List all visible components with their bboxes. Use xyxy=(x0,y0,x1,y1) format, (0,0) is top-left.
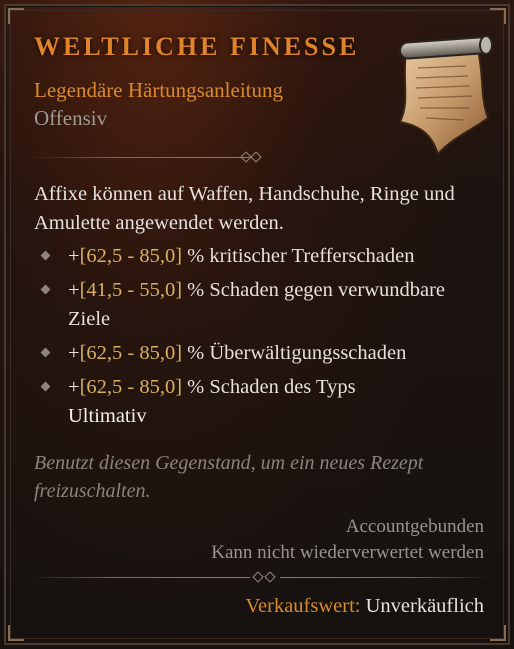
affix-list: +[62,5 - 85,0] % kritischer Trefferschad… xyxy=(34,242,484,436)
affix-line: +[41,5 - 55,0] % Schaden gegen verwundba… xyxy=(34,276,484,334)
section-divider xyxy=(30,570,490,586)
item-description: Affixe können auf Waffen, Handschuhe, Ri… xyxy=(34,183,455,234)
diamond-bullet-icon xyxy=(40,284,51,295)
damage-type: Ultimativ xyxy=(68,405,147,427)
item-tooltip: WELTLICHE FINESSE Legendäre Härtungsanle… xyxy=(0,0,514,649)
diamond-bullet-icon xyxy=(40,250,51,261)
flavor-text: Benutzt diesen Gegenstand, um ein neues … xyxy=(34,452,424,502)
binding-info: Accountgebunden Kann nicht wiederverwert… xyxy=(211,514,484,566)
sell-value-label: Verkaufswert: xyxy=(245,595,361,617)
affix-range: [62,5 - 85,0] xyxy=(79,376,183,398)
diamond-bullet-icon xyxy=(40,381,51,392)
diamond-bullet-icon xyxy=(40,347,51,358)
item-category: Offensiv xyxy=(34,106,108,130)
sell-value-amount: Unverkäuflich xyxy=(360,595,484,617)
affix-line: +[62,5 - 85,0] % Überwältigungsschaden xyxy=(34,339,484,368)
section-divider xyxy=(30,150,266,166)
affix-line: +[62,5 - 85,0] % Schaden des Typs Ultima… xyxy=(34,373,484,431)
sell-value: Verkaufswert: Unverkäuflich xyxy=(245,595,484,618)
affix-range: [62,5 - 85,0] xyxy=(79,342,183,364)
not-salvageable-label: Kann nicht wiederverwertet werden xyxy=(211,542,484,563)
account-bound-label: Accountgebunden xyxy=(345,516,484,537)
scroll-icon xyxy=(398,35,493,156)
affix-line: +[62,5 - 85,0] % kritischer Trefferschad… xyxy=(34,242,484,271)
affix-range: [62,5 - 85,0] xyxy=(79,245,183,267)
item-title: WELTLICHE FINESSE xyxy=(34,32,360,61)
item-rarity-type: Legendäre Härtungsanleitung xyxy=(34,78,283,102)
affix-range: [41,5 - 55,0] xyxy=(79,279,183,301)
